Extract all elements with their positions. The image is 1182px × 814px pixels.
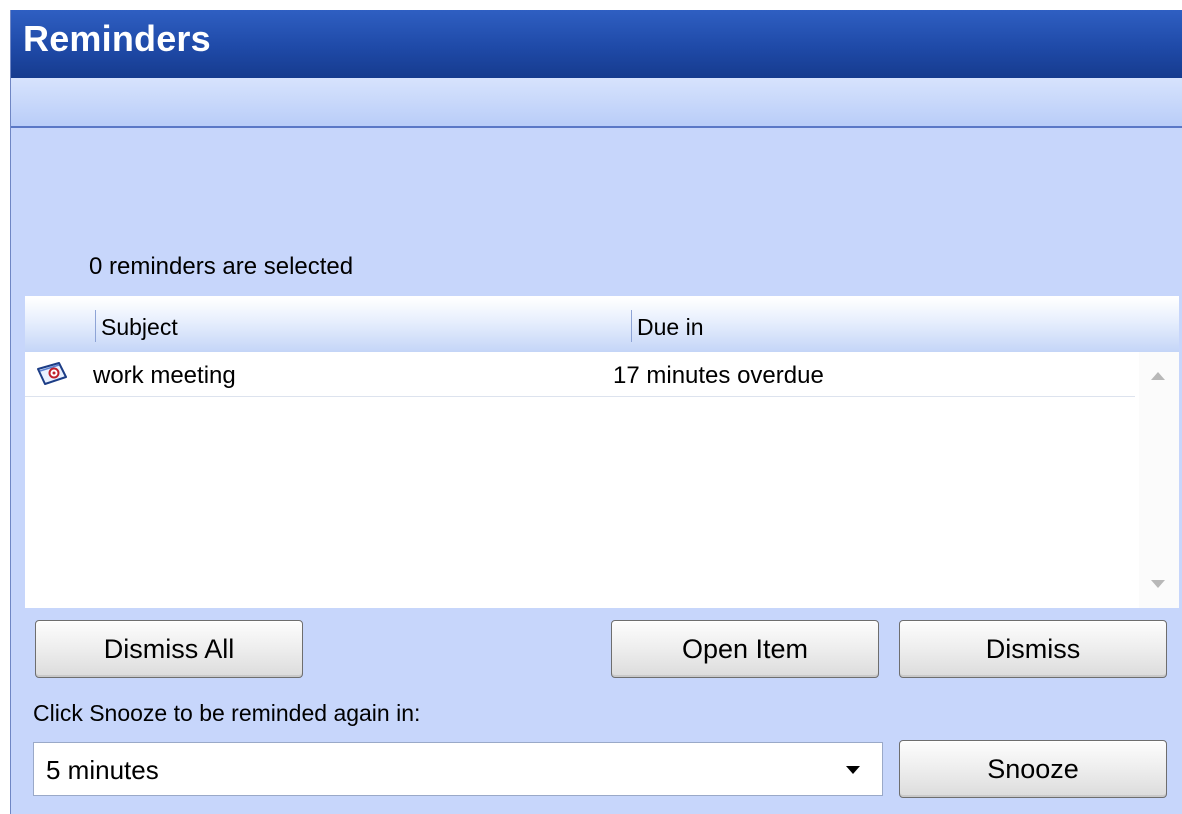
column-separator bbox=[95, 310, 96, 342]
reminder-subject: work meeting bbox=[93, 362, 236, 389]
snooze-duration-value: 5 minutes bbox=[46, 755, 159, 785]
snooze-button[interactable]: Snooze bbox=[899, 740, 1167, 798]
reminder-due: 17 minutes overdue bbox=[613, 362, 824, 389]
column-header-due[interactable]: Due in bbox=[637, 314, 703, 341]
snooze-duration-select[interactable]: 5 minutes bbox=[33, 742, 883, 796]
reminders-window: Reminders 0 reminders are selected Subje… bbox=[10, 10, 1182, 814]
list-header: Subject Due in bbox=[25, 296, 1179, 352]
chevron-down-icon[interactable] bbox=[846, 766, 860, 774]
appointment-icon bbox=[37, 362, 67, 385]
scroll-up-arrow-icon[interactable] bbox=[1151, 372, 1165, 380]
header-strip bbox=[11, 78, 1182, 128]
reminders-list: work meeting 17 minutes overdue bbox=[25, 352, 1179, 608]
dismiss-button[interactable]: Dismiss bbox=[899, 620, 1167, 678]
selected-count-label: 0 reminders are selected bbox=[89, 253, 354, 280]
vertical-scrollbar[interactable] bbox=[1139, 352, 1179, 608]
dismiss-all-button[interactable]: Dismiss All bbox=[35, 620, 303, 678]
list-item[interactable]: work meeting 17 minutes overdue bbox=[25, 352, 1135, 397]
snooze-prompt: Click Snooze to be reminded again in: bbox=[33, 700, 421, 726]
window-title: Reminders bbox=[23, 18, 211, 59]
scroll-down-arrow-icon[interactable] bbox=[1151, 580, 1165, 588]
column-header-subject[interactable]: Subject bbox=[101, 314, 178, 341]
column-separator bbox=[631, 310, 632, 342]
title-bar: Reminders bbox=[11, 10, 1182, 78]
open-item-button[interactable]: Open Item bbox=[611, 620, 879, 678]
